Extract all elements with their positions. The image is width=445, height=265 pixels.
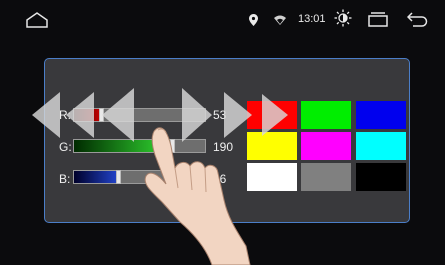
red-slider[interactable]: [73, 108, 206, 122]
home-icon[interactable]: [26, 12, 48, 28]
blue-slider[interactable]: [73, 170, 206, 184]
color-adjust-panel: R: 53 G: 190 B: 86: [44, 58, 410, 223]
color-swatch-gray[interactable]: [301, 163, 351, 191]
blue-value: 86: [213, 172, 227, 186]
green-value: 190: [213, 140, 234, 154]
brightness-icon[interactable]: [334, 9, 352, 27]
recent-apps-icon[interactable]: [368, 12, 388, 27]
clock: 13:01: [298, 13, 326, 25]
blue-slider-thumb[interactable]: [116, 170, 121, 184]
red-slider-fill: [74, 109, 101, 121]
red-label: R:: [59, 108, 71, 122]
green-label: G:: [59, 140, 72, 154]
green-slider-fill: [74, 140, 172, 152]
wifi-icon: [274, 15, 286, 25]
color-swatch-white[interactable]: [247, 163, 297, 191]
color-swatch-red[interactable]: [247, 101, 297, 129]
color-swatch-cyan[interactable]: [356, 132, 406, 160]
color-swatch-magenta[interactable]: [301, 132, 351, 160]
status-bar: 13:01: [0, 0, 445, 40]
back-icon[interactable]: [407, 12, 429, 27]
blue-label: B:: [59, 172, 71, 186]
location-icon: [249, 14, 258, 26]
color-swatch-green[interactable]: [301, 101, 351, 129]
blue-slider-fill: [74, 171, 118, 183]
red-value: 53: [213, 108, 227, 122]
color-swatch-black[interactable]: [356, 163, 406, 191]
green-slider-thumb[interactable]: [170, 139, 175, 153]
green-slider[interactable]: [73, 139, 206, 153]
red-slider-thumb[interactable]: [99, 108, 104, 122]
color-swatch-yellow[interactable]: [247, 132, 297, 160]
color-swatch-blue[interactable]: [356, 101, 406, 129]
